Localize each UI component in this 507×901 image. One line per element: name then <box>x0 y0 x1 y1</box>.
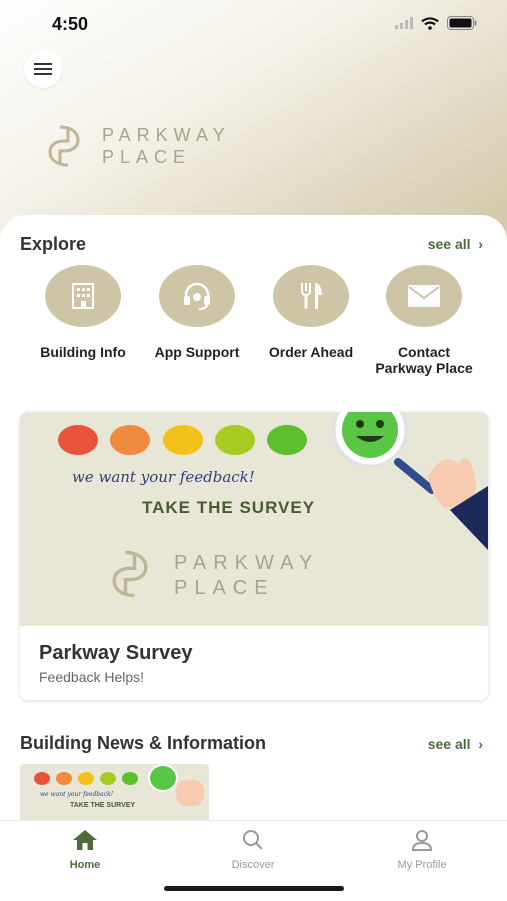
status-icons <box>395 16 477 30</box>
utensils-icon <box>301 283 322 309</box>
envelope-icon <box>408 285 440 307</box>
tab-home[interactable]: Home <box>30 829 140 871</box>
building-icon <box>72 283 94 309</box>
banner-brand-line-1: PARKWAY <box>174 552 320 574</box>
emoji-very-happy-icon <box>267 425 307 455</box>
thumb-tagline: we want your feedback! <box>40 791 114 798</box>
battery-icon <box>447 16 477 30</box>
brand-line-2: PLACE <box>102 147 192 167</box>
emoji-happy-icon <box>215 425 255 455</box>
explore-item-app-support[interactable]: App Support <box>142 265 252 360</box>
home-icon <box>73 830 97 850</box>
tab-label: Home <box>69 859 101 871</box>
signal-icon <box>395 17 413 29</box>
menu-button[interactable] <box>24 50 62 88</box>
news-title: Building News & Information <box>20 733 266 753</box>
survey-card[interactable]: we want your feedback! TAKE THE SURVEY P… <box>20 412 488 700</box>
see-all-label: see all <box>427 736 471 752</box>
hamburger-icon <box>34 63 52 75</box>
emoji-neutral-icon <box>163 425 203 455</box>
survey-card-title: Parkway Survey <box>39 642 193 664</box>
emoji-neutral-icon <box>78 772 94 785</box>
search-icon <box>243 830 263 850</box>
banner-cta: TAKE THE SURVEY <box>142 498 316 517</box>
hand-icon <box>176 780 204 806</box>
chevron-right-icon: › <box>474 736 483 752</box>
brand-logo: PARKWAY PLACE <box>38 123 231 169</box>
explore-item-circle <box>45 265 121 327</box>
status-time: 4:50 <box>52 14 89 34</box>
headset-icon <box>184 282 210 310</box>
status-bar: 4:50 <box>0 12 507 38</box>
magnifier-smiley-icon <box>332 412 488 550</box>
user-icon <box>411 830 433 851</box>
emoji-very-sad-icon <box>34 772 50 785</box>
explore-item-contact[interactable]: Contact Parkway Place <box>369 265 479 376</box>
parkway-logo-icon <box>48 125 80 167</box>
emoji-happy-icon <box>100 772 116 785</box>
explore-item-label: Order Ahead <box>268 344 354 360</box>
explore-item-circle <box>386 265 462 327</box>
wifi-icon <box>421 16 439 30</box>
survey-banner-image: we want your feedback! TAKE THE SURVEY P… <box>20 412 488 626</box>
explore-item-label: Contact Parkway Place <box>375 344 473 376</box>
survey-card-subtitle: Feedback Helps! <box>39 669 145 685</box>
tab-discover[interactable]: Discover <box>198 829 308 871</box>
banner-logo-icon <box>112 550 148 598</box>
magnifier-smiley-icon <box>148 764 178 792</box>
tab-my-profile[interactable]: My Profile <box>367 829 477 871</box>
explore-item-order-ahead[interactable]: Order Ahead <box>256 265 366 360</box>
chevron-right-icon: › <box>474 236 483 252</box>
emoji-sad-icon <box>56 772 72 785</box>
brand-line-1: PARKWAY <box>102 125 231 145</box>
emoji-very-happy-icon <box>122 772 138 785</box>
explore-item-label: Building Info <box>40 344 126 360</box>
explore-item-label: App Support <box>154 344 240 360</box>
explore-item-circle <box>159 265 235 327</box>
explore-item-building-info[interactable]: Building Info <box>28 265 138 360</box>
banner-brand-line-2: PLACE <box>174 577 275 599</box>
tab-label: Discover <box>231 859 275 871</box>
news-item-thumbnail[interactable]: we want your feedback! TAKE THE SURVEY <box>20 764 209 824</box>
emoji-sad-icon <box>110 425 150 455</box>
tab-label: My Profile <box>397 859 447 871</box>
home-indicator[interactable] <box>164 886 344 891</box>
see-all-label: see all <box>427 236 471 252</box>
emoji-very-sad-icon <box>58 425 98 455</box>
news-see-all[interactable]: see all › <box>428 736 483 752</box>
explore-title: Explore <box>20 234 87 254</box>
thumb-cta: TAKE THE SURVEY <box>70 802 136 809</box>
explore-see-all[interactable]: see all › <box>428 236 483 252</box>
explore-item-circle <box>273 265 349 327</box>
banner-tagline: we want your feedback! <box>72 468 255 486</box>
